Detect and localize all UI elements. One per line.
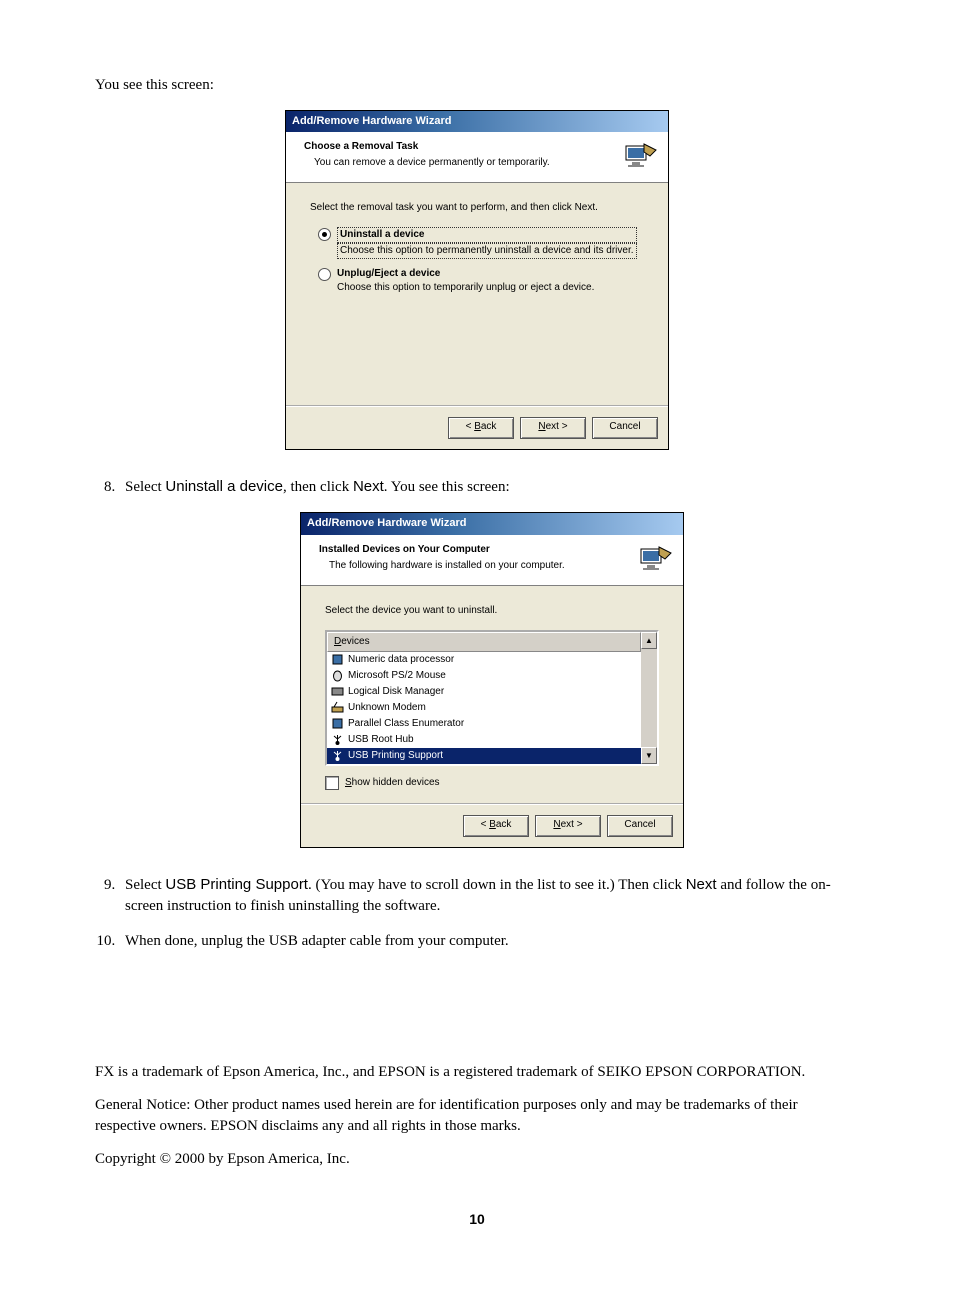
radio1-desc: Choose this option to permanently uninst… bbox=[337, 243, 637, 259]
general-notice: General Notice: Other product names used… bbox=[95, 1095, 859, 1137]
list-item[interactable]: Parallel Class Enumerator bbox=[327, 716, 641, 732]
trademark-notice: FX is a trademark of Epson America, Inc.… bbox=[95, 1062, 859, 1083]
intro-text: You see this screen: bbox=[95, 75, 859, 96]
show-hidden-checkbox[interactable]: Show hidden devices bbox=[325, 776, 659, 790]
back-button[interactable]: < Back bbox=[448, 417, 514, 439]
mouse-icon bbox=[331, 669, 344, 682]
disk-icon bbox=[331, 685, 344, 698]
radio2-label: Unplug/Eject a device bbox=[337, 267, 594, 281]
next-button[interactable]: Next > bbox=[520, 417, 586, 439]
step9-bold2: Next bbox=[686, 876, 717, 893]
list-item[interactable]: Microsoft PS/2 Mouse bbox=[327, 668, 641, 684]
list-item[interactable]: Numeric data processor bbox=[327, 652, 641, 668]
step8-bold1: Uninstall a device bbox=[165, 478, 283, 495]
footer-block: FX is a trademark of Epson America, Inc.… bbox=[95, 1062, 859, 1170]
list-item[interactable]: Logical Disk Manager bbox=[327, 684, 641, 700]
list-item[interactable]: Unknown Modem bbox=[327, 700, 641, 716]
cancel-button[interactable]: Cancel bbox=[607, 815, 673, 837]
hardware-wizard-icon bbox=[637, 543, 673, 579]
step-10: When done, unplug the USB adapter cable … bbox=[119, 931, 859, 952]
usb-icon bbox=[331, 749, 344, 762]
page-number: 10 bbox=[95, 1210, 859, 1230]
wizard2-instruction: Select the device you want to uninstall. bbox=[325, 604, 659, 618]
back-button[interactable]: < Back bbox=[463, 815, 529, 837]
scroll-down-icon[interactable]: ▼ bbox=[641, 747, 657, 764]
wizard1-header-title: Choose a Removal Task bbox=[304, 140, 622, 154]
checkbox-icon bbox=[325, 776, 339, 790]
list-item-selected[interactable]: USB Printing Support bbox=[327, 748, 641, 764]
wizard2-header-title: Installed Devices on Your Computer bbox=[319, 543, 637, 557]
wizard1-instruction: Select the removal task you want to perf… bbox=[310, 201, 644, 215]
step-8: Select Uninstall a device, then click Ne… bbox=[119, 476, 859, 847]
wizard2-titlebar: Add/Remove Hardware Wizard bbox=[301, 513, 683, 534]
usb-icon bbox=[331, 733, 344, 746]
cancel-button[interactable]: Cancel bbox=[592, 417, 658, 439]
radio-icon bbox=[318, 268, 331, 281]
next-button[interactable]: Next > bbox=[535, 815, 601, 837]
scrollbar[interactable]: ▲ ▼ bbox=[641, 632, 657, 764]
radio1-label: Uninstall a device bbox=[340, 229, 424, 240]
modem-icon bbox=[331, 701, 344, 714]
device-listbox[interactable]: Devices Numeric data processor Microsoft… bbox=[325, 630, 659, 766]
copyright-notice: Copyright © 2000 by Epson America, Inc. bbox=[95, 1149, 859, 1170]
step-9: Select USB Printing Support. (You may ha… bbox=[119, 874, 859, 917]
scroll-up-icon[interactable]: ▲ bbox=[641, 632, 657, 649]
wizard1-header-sub: You can remove a device permanently or t… bbox=[304, 156, 622, 170]
processor-icon bbox=[331, 653, 344, 666]
wizard2-header-sub: The following hardware is installed on y… bbox=[319, 559, 637, 573]
hardware-wizard-icon bbox=[622, 140, 658, 176]
list-item[interactable]: USB Root Hub bbox=[327, 732, 641, 748]
radio-unplug-eject[interactable]: Unplug/Eject a device Choose this option… bbox=[310, 267, 644, 295]
wizard2-screenshot: Add/Remove Hardware Wizard Installed Dev… bbox=[125, 512, 859, 847]
radio2-desc: Choose this option to temporarily unplug… bbox=[337, 282, 594, 293]
radio-uninstall-device[interactable]: Uninstall a device Choose this option to… bbox=[310, 227, 644, 259]
wizard1-titlebar: Add/Remove Hardware Wizard bbox=[286, 111, 668, 132]
devices-column-header: Devices bbox=[327, 632, 641, 652]
step9-bold1: USB Printing Support bbox=[165, 876, 308, 893]
radio-icon bbox=[318, 228, 331, 241]
parallel-icon bbox=[331, 717, 344, 730]
step8-bold2: Next bbox=[353, 478, 384, 495]
wizard1-screenshot: Add/Remove Hardware Wizard Choose a Remo… bbox=[95, 110, 859, 450]
